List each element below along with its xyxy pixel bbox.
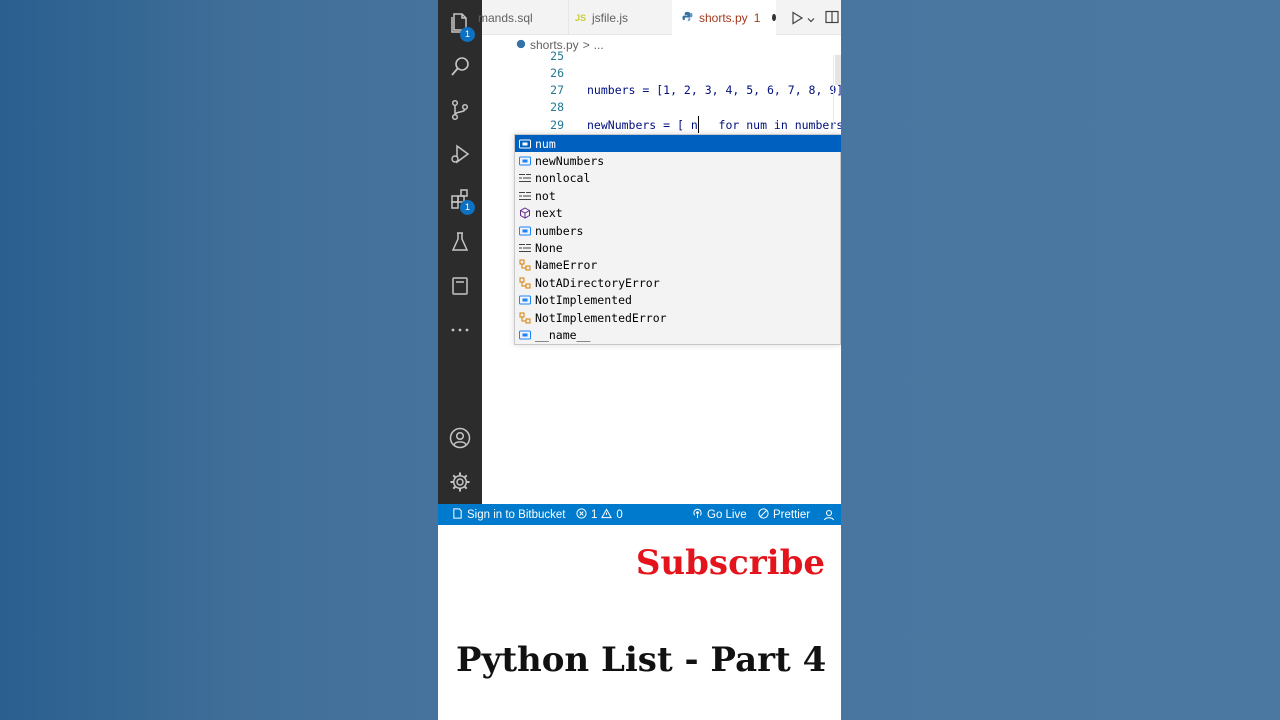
extensions-icon[interactable]: 1 — [438, 179, 482, 219]
suggestion-label: next — [535, 206, 563, 221]
prettier-button[interactable]: Prettier — [758, 504, 810, 525]
warning-icon — [601, 507, 613, 522]
go-live-button[interactable]: Go Live — [692, 504, 747, 525]
breadcrumb-symbols[interactable]: ... — [594, 38, 604, 52]
autocomplete-suggestions: num newNumbers nonlocal not next numbers None N… — [514, 134, 841, 345]
tab-sql[interactable]: mands.sql — [478, 0, 558, 35]
video-title: Python List - Part 4 — [456, 640, 827, 680]
activity-bar: 1 1 — [438, 0, 482, 504]
code-editor[interactable]: 25 26 27 28 29 numbers = [1, 2, 3, 4, 5,… — [482, 49, 841, 504]
variable-icon — [515, 330, 535, 340]
suggestion-label: not — [535, 188, 556, 203]
minimap-line — [833, 55, 834, 130]
suggestion-label: NameError — [535, 258, 598, 273]
tab-shorts-py[interactable]: shorts.py 1 — [672, 0, 776, 35]
line-number: 29 — [550, 118, 564, 132]
suggestion-item[interactable]: numbers — [515, 222, 841, 239]
run-debug-icon[interactable] — [438, 134, 482, 174]
js-file-icon: JS — [575, 12, 587, 23]
run-python-icon[interactable] — [790, 11, 804, 30]
suggestion-label: nonlocal — [535, 171, 591, 186]
problems-indicator[interactable]: 1 0 — [576, 504, 623, 525]
line-number: 27 — [550, 83, 564, 97]
bitbucket-label: Sign in to Bitbucket — [467, 508, 566, 521]
source-control-icon[interactable] — [438, 90, 482, 130]
suggestion-item[interactable]: next — [515, 205, 841, 222]
broadcast-icon — [692, 508, 703, 522]
python-icon — [682, 11, 693, 25]
error-icon — [576, 507, 587, 522]
suggestion-label: numbers — [535, 223, 584, 238]
suggestion-item[interactable]: NotImplemented — [515, 292, 841, 309]
scrollbar[interactable] — [835, 55, 841, 85]
class-icon — [515, 312, 535, 324]
python-icon — [516, 38, 526, 52]
suggestion-label: None — [535, 241, 563, 256]
code-line[interactable]: newNumbers = [ n for num in numbers ]; — [587, 118, 841, 132]
suggestion-item[interactable]: newNumbers — [515, 152, 841, 169]
account-icon[interactable] — [438, 418, 482, 458]
extensions-badge: 1 — [460, 200, 475, 215]
variable-icon — [515, 226, 535, 236]
code-line[interactable]: numbers = [1, 2, 3, 4, 5, 6, 7, 8, 9]; — [587, 83, 841, 97]
tab-label: jsfile.js — [592, 10, 629, 25]
testing-icon[interactable] — [438, 222, 482, 262]
settings-gear-icon[interactable] — [438, 462, 482, 502]
tab-label: shorts.py — [699, 10, 748, 25]
suggestion-label: __name__ — [535, 328, 591, 343]
error-count: 1 — [591, 508, 598, 521]
suggestion-item[interactable]: NotImplementedError — [515, 309, 841, 326]
variable-icon — [515, 295, 535, 305]
suggestion-label: NotImplemented — [535, 293, 632, 308]
line-number: 28 — [550, 100, 564, 114]
tab-problem-count: 1 — [753, 10, 761, 25]
video-frame: 1 1 mands.sql JS jsfile.js shorts.py 1 s… — [438, 0, 841, 720]
suggestion-label: NotImplementedError — [535, 310, 667, 325]
status-bar: Sign in to Bitbucket 1 0 Go Live Prettie… — [438, 504, 841, 525]
keyword-icon — [515, 173, 535, 183]
bitbucket-icon — [452, 507, 463, 522]
keyword-icon — [515, 243, 535, 253]
suggestion-label: NotADirectoryError — [535, 275, 660, 290]
line-number: 26 — [550, 66, 564, 80]
suggestion-item[interactable]: NameError — [515, 257, 841, 274]
explorer-icon[interactable]: 1 — [438, 3, 482, 43]
suggestion-item[interactable]: __name__ — [515, 326, 841, 343]
search-icon[interactable] — [438, 47, 482, 87]
more-icon[interactable] — [438, 310, 482, 350]
bitbucket-signin[interactable]: Sign in to Bitbucket — [452, 504, 565, 525]
go-live-label: Go Live — [707, 508, 747, 521]
suggestion-label: newNumbers — [535, 154, 605, 169]
class-icon — [515, 259, 535, 271]
tab-jsfile[interactable]: JS jsfile.js — [568, 0, 660, 35]
warning-count: 0 — [616, 508, 623, 521]
suggestion-item[interactable]: nonlocal — [515, 170, 841, 187]
tab-label: mands.sql — [478, 10, 533, 25]
suggestion-item[interactable]: num — [515, 135, 841, 153]
prettier-label: Prettier — [773, 508, 811, 521]
split-editor-icon[interactable] — [825, 10, 839, 29]
editor-tabs: mands.sql JS jsfile.js shorts.py 1 — [478, 0, 841, 35]
suggestion-item[interactable]: None — [515, 239, 841, 256]
variable-icon — [515, 156, 535, 166]
text-cursor — [698, 116, 699, 133]
suggestion-item[interactable]: not — [515, 187, 841, 204]
prettier-icon — [758, 507, 769, 522]
line-number: 25 — [550, 49, 564, 63]
feedback-icon[interactable] — [823, 504, 835, 525]
explorer-badge: 1 — [460, 27, 475, 42]
variable-icon — [515, 139, 535, 149]
remote-explorer-icon[interactable] — [438, 266, 482, 306]
breadcrumb-separator: > — [582, 38, 590, 52]
keyword-icon — [515, 191, 535, 201]
run-dropdown-chevron-icon[interactable] — [806, 12, 816, 30]
subscribe-text: Subscribe — [635, 543, 825, 583]
class-icon — [515, 277, 535, 289]
suggestion-item[interactable]: NotADirectoryError — [515, 274, 841, 291]
suggestion-label: num — [535, 136, 556, 151]
function-icon — [515, 207, 535, 219]
unsaved-dot-icon[interactable] — [772, 14, 776, 21]
